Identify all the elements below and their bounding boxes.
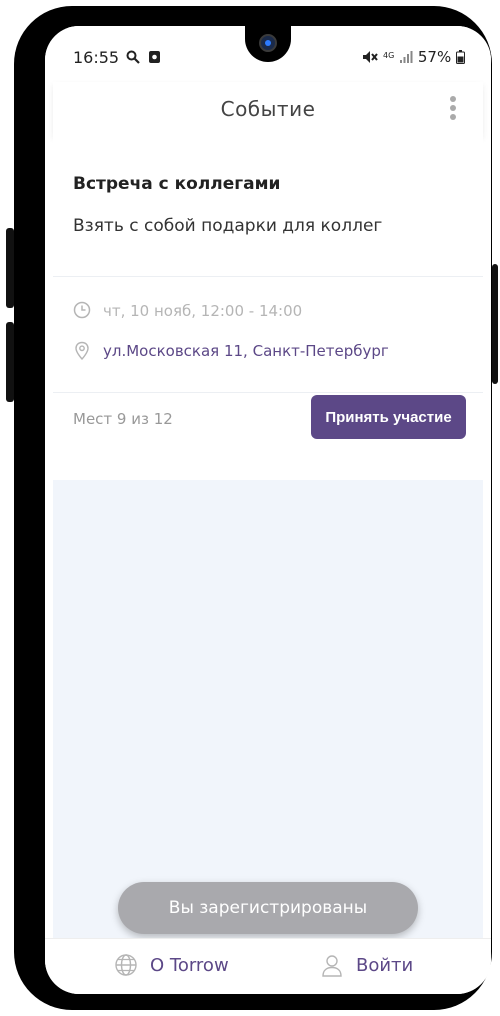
divider	[53, 392, 483, 393]
event-card: Встреча с коллегами Взять с собой подарк…	[53, 136, 483, 480]
join-button[interactable]: Принять участие	[311, 395, 466, 439]
location-pin-icon	[75, 341, 89, 361]
globe-icon	[115, 954, 137, 976]
nav-login-label: Войти	[356, 955, 414, 976]
content-area: Встреча с коллегами Взять с собой подарк…	[53, 136, 483, 946]
divider	[53, 276, 483, 277]
event-address[interactable]: ул.Московская 11, Санкт-Петербург	[103, 342, 389, 360]
event-title: Встреча с коллегами	[73, 174, 281, 194]
search-icon	[126, 50, 140, 64]
user-icon	[322, 955, 342, 977]
battery-icon	[456, 50, 465, 64]
event-description: Взять с собой подарки для коллег	[73, 216, 383, 236]
bixby-button	[6, 322, 14, 402]
phone-frame: 16:55 4G 57% Событие Встреча с коллегами…	[6, 6, 498, 1010]
screen: 16:55 4G 57% Событие Встреча с коллегами…	[45, 26, 491, 994]
more-vert-icon[interactable]	[449, 96, 457, 124]
clock-time: 16:55	[73, 48, 120, 67]
toast-message: Вы зарегистрированы	[118, 882, 418, 934]
page-title: Событие	[220, 97, 316, 121]
status-time: 16:55	[73, 48, 161, 67]
network-type: 4G	[383, 51, 395, 60]
mute-icon	[363, 51, 379, 63]
nav-about-label: О Torrow	[150, 955, 229, 976]
media-icon	[149, 51, 161, 63]
seats-count: Мест 9 из 12	[73, 410, 173, 428]
status-right: 4G 57%	[362, 48, 465, 66]
volume-button	[6, 228, 14, 308]
bottom-nav: О Torrow Войти	[45, 938, 491, 994]
power-button	[492, 264, 498, 384]
event-datetime: чт, 10 нояб, 12:00 - 14:00	[103, 302, 303, 320]
app-bar: Событие	[53, 82, 483, 136]
battery-percent: 57%	[417, 48, 452, 66]
signal-icon	[400, 51, 413, 63]
front-camera	[245, 26, 291, 62]
clock-icon	[73, 301, 91, 319]
status-bar: 16:55 4G 57%	[45, 26, 491, 84]
